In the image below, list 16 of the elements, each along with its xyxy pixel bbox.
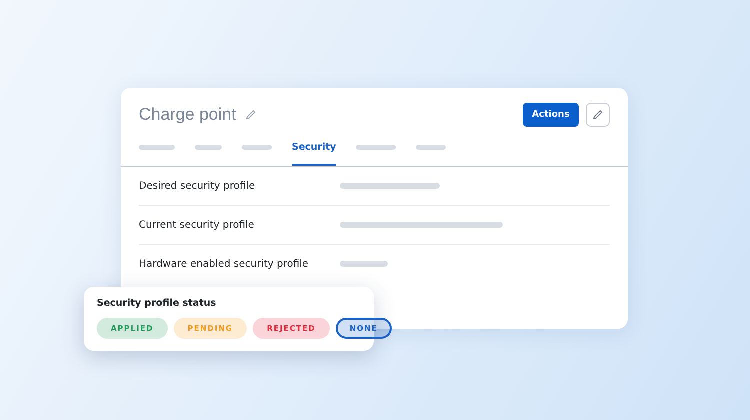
tab[interactable]: Security — [292, 127, 336, 166]
actions-button[interactable]: Actions — [523, 103, 579, 127]
pencil-icon — [245, 109, 258, 121]
field-label: Current security profile — [139, 220, 256, 230]
tab-placeholder[interactable] — [195, 145, 222, 150]
tab-placeholder[interactable] — [242, 145, 272, 150]
popup-title: Security profile status — [97, 298, 218, 309]
tab-placeholder[interactable] — [139, 145, 175, 150]
tab-placeholder[interactable] — [356, 145, 396, 150]
page-title: Charge point — [139, 105, 236, 125]
field-label: Desired security profile — [139, 180, 256, 192]
tab-placeholder[interactable] — [416, 145, 446, 150]
field-label: Hardware enabled security profile — [139, 258, 310, 270]
edit-button[interactable] — [586, 103, 610, 127]
pencil-icon — [592, 109, 604, 121]
value-placeholder — [340, 261, 388, 267]
